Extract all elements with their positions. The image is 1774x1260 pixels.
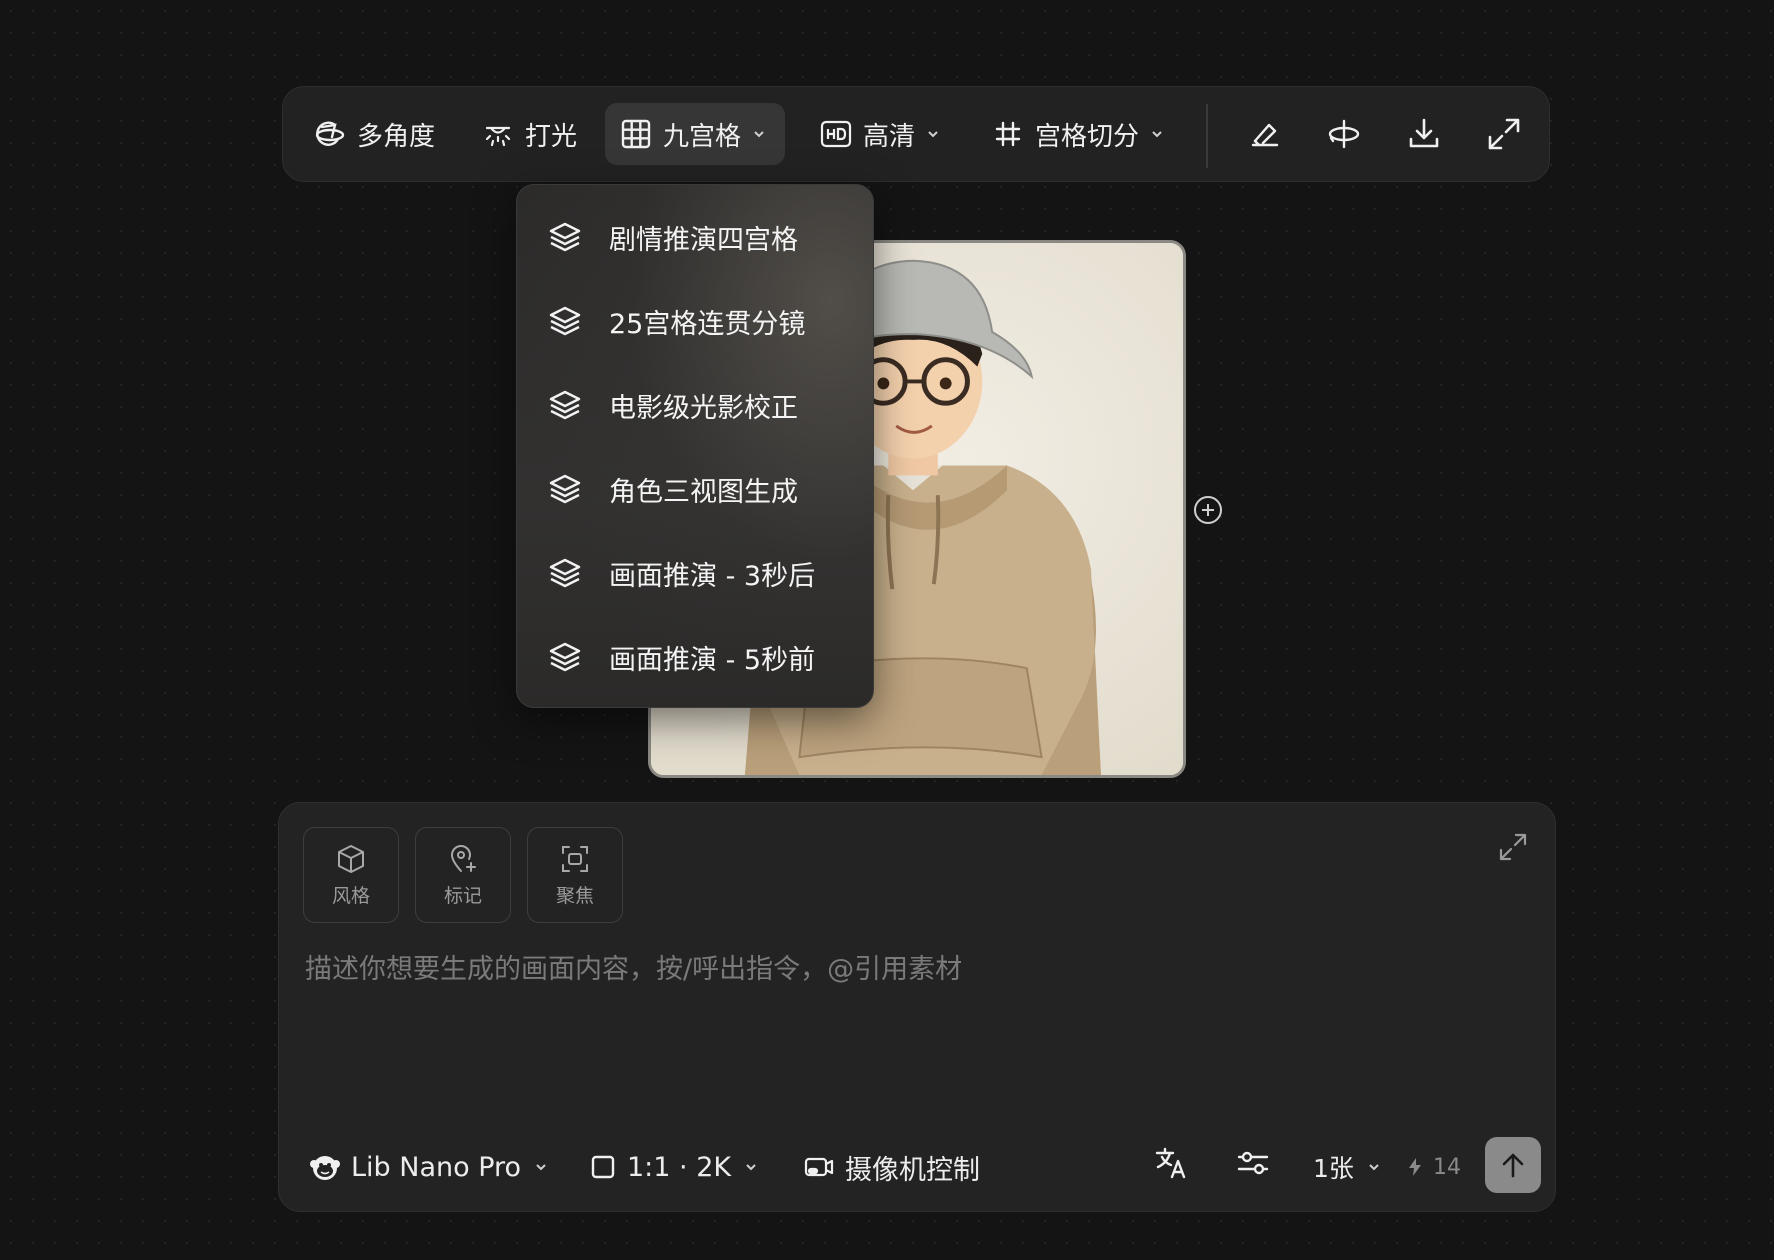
rotate-3d-icon[interactable] [1325, 115, 1363, 153]
layers-icon [549, 222, 581, 252]
map-pin-plus-icon [450, 844, 476, 872]
layers-icon [549, 642, 581, 672]
menu-item-cinematic-light[interactable]: 电影级光影校正 [547, 373, 857, 437]
grid-icon [621, 119, 651, 149]
grid-button[interactable]: 九宫格 [605, 103, 786, 165]
menu-item-label: 角色三视图生成 [609, 476, 798, 508]
lightning-icon [1409, 1158, 1421, 1176]
credit-cost-value: 14 [1433, 1154, 1461, 1180]
layers-icon [549, 306, 581, 336]
cube-icon [338, 844, 364, 873]
translate-icon[interactable] [1153, 1145, 1189, 1181]
chevron-down-icon [746, 1164, 756, 1171]
hash-icon [995, 121, 1021, 147]
mark-label: 标记 [443, 884, 482, 907]
focus-frame-icon [562, 845, 588, 872]
layers-icon [549, 474, 581, 504]
eraser-icon[interactable] [1245, 115, 1283, 153]
menu-item-three-view[interactable]: 角色三视图生成 [547, 457, 857, 521]
menu-item-label: 25宫格连贯分镜 [609, 308, 806, 340]
layers-icon [549, 558, 581, 588]
layers-icon [549, 390, 581, 420]
style-label: 风格 [331, 884, 370, 907]
chevron-down-icon [928, 131, 938, 138]
grid-split-button[interactable]: 宫格切分 [991, 103, 1165, 165]
camera-control-button[interactable]: 摄像机控制 [803, 1137, 980, 1197]
prompt-input[interactable] [303, 945, 1527, 1079]
grid-label: 九宫格 [663, 121, 742, 152]
expand-icon[interactable] [1497, 831, 1529, 863]
toolbar-divider [1206, 104, 1208, 168]
image-toolbar: 多角度 打光 九宫格 高清 宫格切分 [282, 86, 1550, 182]
chevron-down-icon [754, 131, 764, 138]
model-selector[interactable]: Lib Nano Pro [309, 1137, 549, 1197]
grid-template-menu: 剧情推演四宫格 25宫格连贯分镜 电影级光影校正 角色三视图生成 画面推演 - … [516, 184, 874, 708]
chevron-down-icon [1152, 131, 1162, 138]
add-node-icon[interactable] [1192, 494, 1224, 526]
hd-button[interactable]: 高清 [819, 103, 941, 165]
menu-item-story-4grid[interactable]: 剧情推演四宫格 [547, 205, 857, 269]
lighting-button[interactable]: 打光 [481, 103, 577, 165]
multi-angle-button[interactable]: 多角度 [313, 103, 435, 165]
model-name: Lib Nano Pro [351, 1151, 522, 1183]
image-count-selector[interactable]: 1张 [1313, 1137, 1382, 1197]
light-icon [485, 126, 511, 147]
camera-control-label: 摄像机控制 [845, 1154, 980, 1186]
download-icon[interactable] [1405, 115, 1443, 153]
send-button[interactable] [1485, 1137, 1541, 1193]
menu-item-label: 画面推演 - 5秒前 [609, 644, 816, 676]
monkey-icon [310, 1156, 340, 1180]
square-icon [591, 1155, 615, 1179]
arrow-up-icon [1502, 1153, 1524, 1178]
focus-label: 聚焦 [555, 884, 594, 907]
menu-item-label: 画面推演 - 3秒后 [609, 560, 816, 592]
prompt-panel: 风格 标记 聚焦 Lib Nano Pro [278, 802, 1556, 1212]
menu-item-5s-before[interactable]: 画面推演 - 5秒前 [547, 625, 857, 689]
chevron-down-icon [1369, 1164, 1379, 1171]
settings-sliders-icon[interactable] [1235, 1145, 1271, 1181]
menu-item-3s-after[interactable]: 画面推演 - 3秒后 [547, 541, 857, 605]
hd-icon [820, 120, 852, 148]
fullscreen-icon[interactable] [1485, 115, 1523, 153]
lighting-label: 打光 [525, 121, 578, 152]
menu-item-25grid[interactable]: 25宫格连贯分镜 [547, 289, 857, 353]
image-count-value: 1张 [1313, 1154, 1354, 1183]
focus-button[interactable]: 聚焦 [527, 827, 623, 923]
menu-item-label: 电影级光影校正 [609, 392, 798, 424]
hd-label: 高清 [863, 121, 916, 152]
multi-angle-label: 多角度 [357, 121, 436, 152]
aspect-ratio-selector[interactable]: 1:1 · 2K [589, 1137, 759, 1197]
aspect-ratio-value: 1:1 · 2K [627, 1151, 732, 1183]
chevron-down-icon [536, 1164, 546, 1171]
menu-item-label: 剧情推演四宫格 [609, 224, 798, 256]
orbit-icon [315, 121, 345, 146]
credit-cost: 14 [1405, 1137, 1461, 1197]
style-button[interactable]: 风格 [303, 827, 399, 923]
mark-button[interactable]: 标记 [415, 827, 511, 923]
grid-split-label: 宫格切分 [1035, 121, 1140, 152]
camera-control-icon [804, 1157, 834, 1177]
